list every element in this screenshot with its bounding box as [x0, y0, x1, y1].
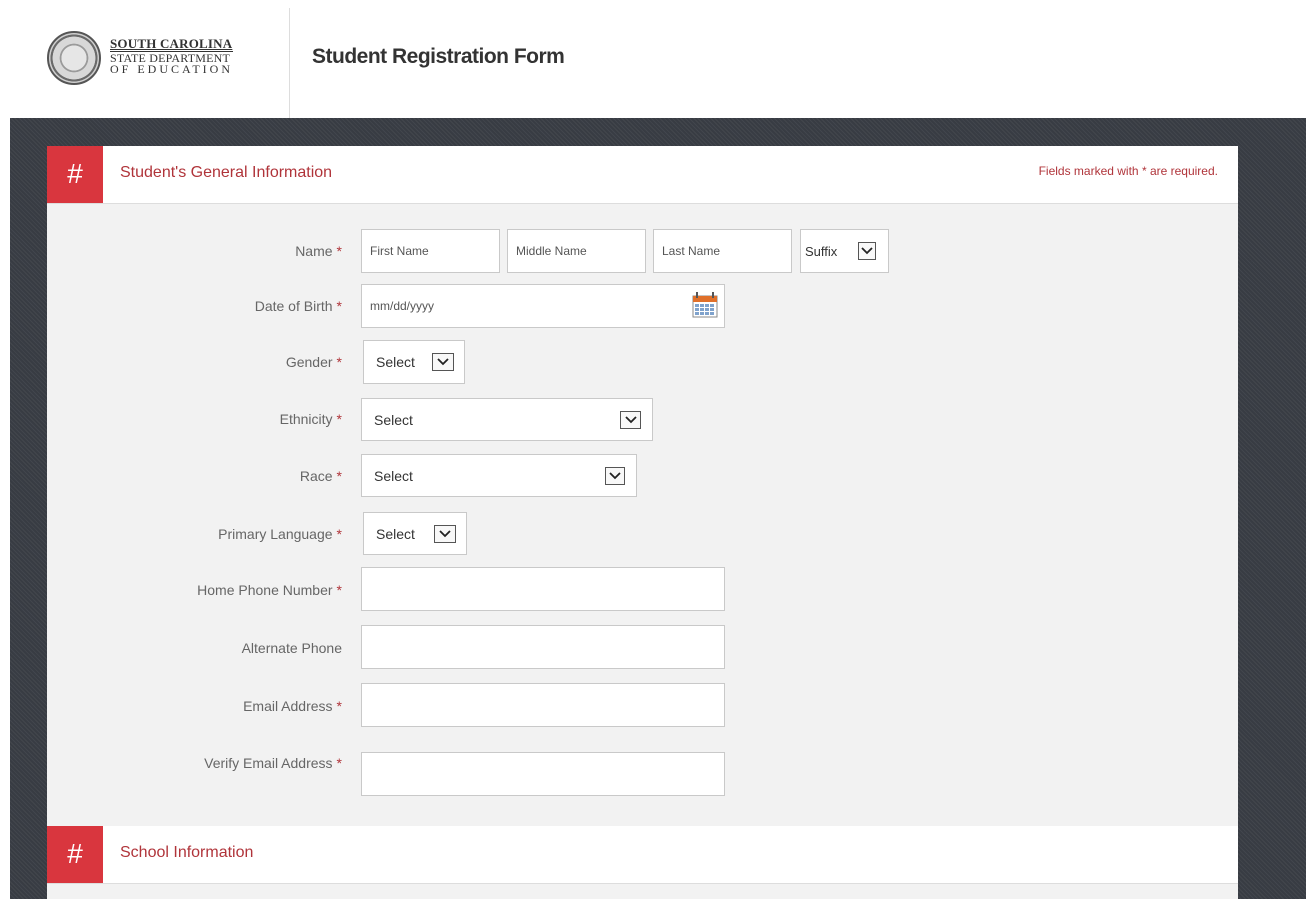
alternate-phone-input[interactable]: [361, 625, 725, 669]
ethnicity-label-text: Ethnicity: [279, 411, 333, 427]
logo-line-1: SOUTH CAROLINA: [110, 36, 233, 51]
verify-email-label-text: Verify Email Address: [204, 755, 333, 771]
race-label: Race *: [47, 468, 342, 484]
chevron-down-icon: [432, 353, 454, 371]
section-hash-icon: #: [47, 146, 103, 203]
gender-label: Gender *: [47, 354, 342, 370]
state-seal-icon: [47, 31, 101, 85]
required-star: *: [336, 755, 342, 771]
primary-language-label: Primary Language *: [47, 526, 342, 542]
last-name-input[interactable]: Last Name: [653, 229, 792, 273]
page-title: Student Registration Form: [312, 45, 565, 68]
calendar-icon[interactable]: [691, 291, 719, 319]
email-label: Email Address *: [47, 698, 342, 714]
required-star: *: [336, 468, 342, 484]
header-divider: [289, 8, 290, 118]
name-label-text: Name: [295, 243, 333, 259]
alternate-phone-label: Alternate Phone: [47, 640, 342, 656]
verify-email-label: Verify Email Address *: [47, 755, 342, 771]
required-star: *: [336, 411, 342, 427]
primary-language-select[interactable]: Select: [363, 512, 467, 555]
required-star: *: [336, 243, 342, 259]
race-label-text: Race: [299, 468, 333, 484]
gender-label-text: Gender: [285, 354, 333, 370]
gender-select-value: Select: [376, 354, 415, 370]
verify-email-input[interactable]: [361, 752, 725, 796]
ethnicity-select-value: Select: [374, 411, 413, 428]
chevron-down-icon: [620, 410, 641, 429]
ethnicity-label: Ethnicity *: [47, 411, 342, 427]
home-phone-label-text: Home Phone Number: [197, 582, 333, 598]
section-header-general: # Student's General Information Fields m…: [47, 146, 1238, 204]
alternate-phone-label-text: Alternate Phone: [241, 640, 342, 656]
section-hash-icon: #: [47, 826, 103, 883]
dob-label: Date of Birth *: [47, 298, 342, 314]
ethnicity-select[interactable]: Select: [361, 398, 653, 441]
gender-select[interactable]: Select: [363, 340, 465, 384]
section-header-school: # School Information: [47, 826, 1238, 884]
email-input[interactable]: [361, 683, 725, 727]
suffix-select[interactable]: Suffix: [800, 229, 889, 273]
required-fields-note: Fields marked with * are required.: [1038, 164, 1218, 178]
dob-placeholder: mm/dd/yyyy: [370, 299, 435, 313]
logo-line-3: OF EDUCATION: [110, 62, 233, 76]
required-star: *: [336, 698, 342, 714]
suffix-select-value: Suffix: [805, 243, 838, 259]
form-panel: # Student's General Information Fields m…: [47, 146, 1238, 899]
primary-language-label-text: Primary Language: [218, 526, 333, 542]
section-title-general: Student's General Information: [120, 164, 333, 181]
required-star: *: [336, 582, 342, 598]
middle-name-input[interactable]: Middle Name: [507, 229, 646, 273]
home-phone-label: Home Phone Number *: [47, 582, 342, 598]
chevron-down-icon: [858, 242, 876, 260]
dob-label-text: Date of Birth: [254, 298, 333, 314]
chevron-down-icon: [434, 524, 456, 543]
first-name-input[interactable]: First Name: [361, 229, 500, 273]
chevron-down-icon: [605, 466, 625, 485]
email-label-text: Email Address: [243, 698, 333, 714]
name-label: Name *: [47, 243, 342, 259]
race-select[interactable]: Select: [361, 454, 637, 497]
dob-input[interactable]: mm/dd/yyyy: [361, 284, 725, 328]
department-logo: SOUTH CAROLINA STATE DEPARTMENT OF EDUCA…: [110, 37, 233, 75]
page-header: SOUTH CAROLINA STATE DEPARTMENT OF EDUCA…: [0, 0, 1306, 118]
race-select-value: Select: [374, 467, 413, 484]
required-star: *: [336, 526, 342, 542]
home-phone-input[interactable]: [361, 567, 725, 611]
required-star: *: [336, 298, 342, 314]
required-star: *: [336, 354, 342, 370]
primary-language-select-value: Select: [376, 525, 415, 542]
section-title-school: School Information: [120, 844, 254, 861]
